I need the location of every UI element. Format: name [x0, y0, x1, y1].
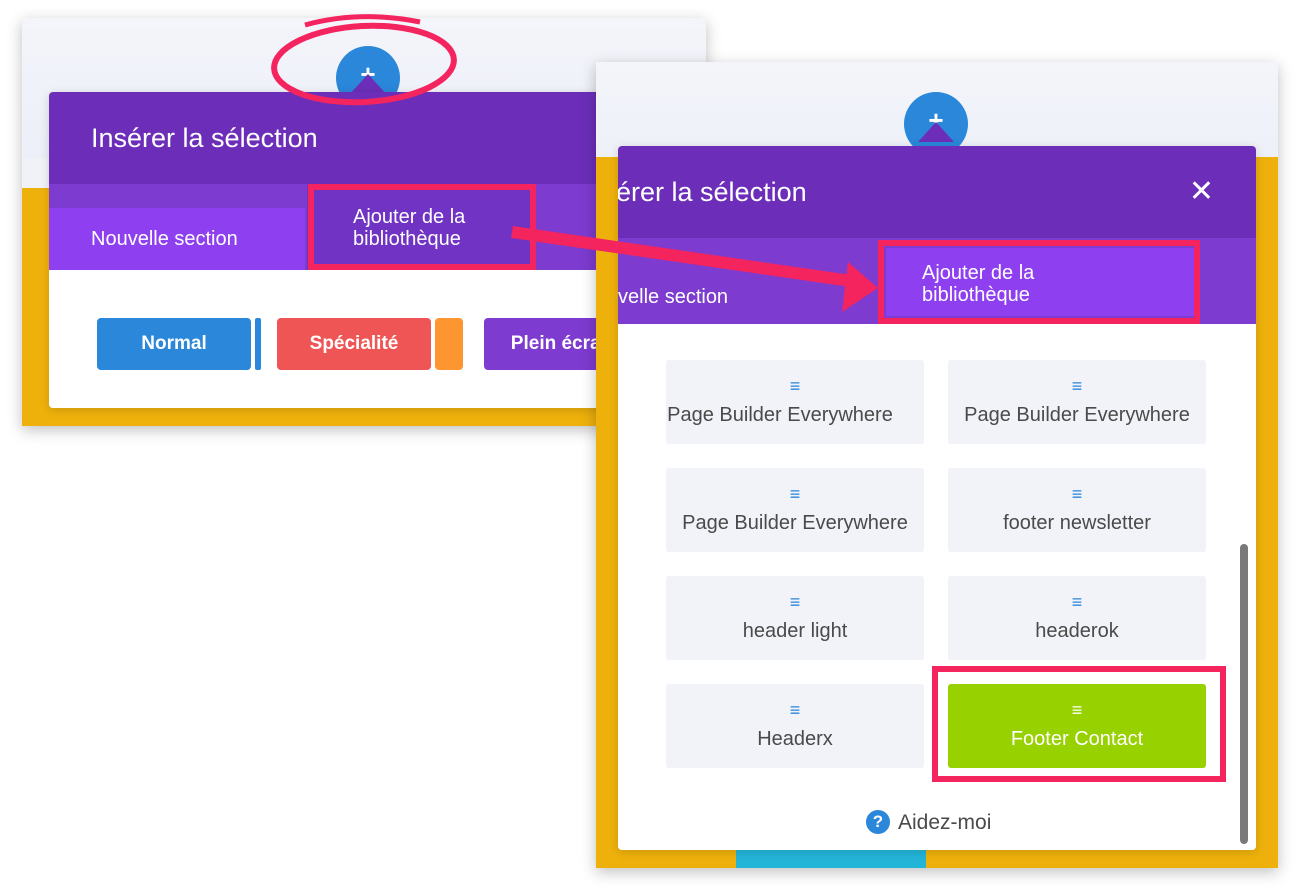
annotation-circle	[271, 22, 457, 106]
annotation-overlay	[271, 14, 878, 312]
annotation-arrow-head	[842, 262, 878, 312]
annotation-arrow-line	[511, 226, 859, 288]
